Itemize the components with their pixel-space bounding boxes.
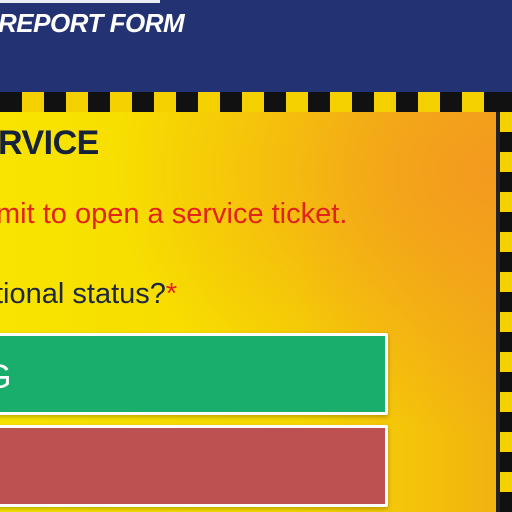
hazard-stripe-border-right bbox=[500, 92, 512, 512]
required-asterisk: * bbox=[165, 278, 178, 310]
question-label: tional status? bbox=[0, 278, 166, 310]
status-option-red[interactable] bbox=[0, 425, 388, 507]
option-label: G bbox=[0, 358, 11, 397]
form-title: REPORT FORM bbox=[0, 8, 185, 38]
form-header: REPORT FORM bbox=[0, 0, 512, 92]
status-option-green[interactable]: G bbox=[0, 333, 388, 415]
header-rule bbox=[0, 0, 160, 3]
section-title: RVICE bbox=[0, 124, 99, 162]
hazard-stripe-border-top bbox=[0, 92, 512, 112]
instruction-text: mit to open a service ticket. bbox=[0, 198, 348, 230]
question-operational-status: tional status?* bbox=[0, 278, 177, 311]
